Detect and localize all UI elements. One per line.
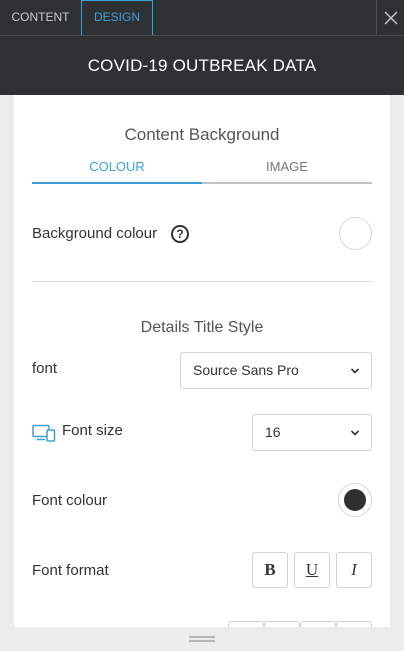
font-colour-swatch[interactable] — [338, 483, 372, 517]
help-icon[interactable]: ? — [171, 225, 189, 243]
tab-content[interactable]: CONTENT — [0, 0, 81, 35]
font-format-label: Font format — [32, 562, 109, 579]
font-colour-fill — [344, 489, 366, 511]
devices-icon — [32, 424, 56, 442]
font-label: font — [32, 360, 58, 377]
settings-panel: Content Background COLOUR IMAGE Backgrou… — [14, 95, 390, 627]
italic-button[interactable]: I — [336, 552, 372, 588]
font-size-select[interactable]: 16 — [252, 414, 372, 451]
font-size-label: Font size — [62, 422, 123, 439]
close-icon — [384, 11, 397, 24]
resize-handle[interactable] — [189, 640, 215, 642]
background-type-tabs: COLOUR IMAGE — [32, 153, 372, 184]
chevron-down-icon — [350, 430, 360, 436]
alignment-button[interactable] — [300, 621, 336, 627]
bold-button[interactable]: B — [252, 552, 288, 588]
underline-button[interactable]: U — [294, 552, 330, 588]
font-select-value: Source Sans Pro — [193, 362, 299, 378]
close-button[interactable] — [376, 0, 404, 35]
font-colour-label: Font colour — [32, 492, 108, 509]
background-colour-label: Background colour — [32, 225, 158, 242]
divider — [32, 281, 372, 282]
chevron-down-icon — [350, 368, 360, 374]
page-title: COVID-19 OUTBREAK DATA — [0, 35, 404, 95]
details-title-style-title: Details Title Style — [140, 319, 264, 336]
alignment-button[interactable] — [228, 621, 264, 627]
content-background-title: Content Background — [124, 125, 280, 144]
tab-image[interactable]: IMAGE — [202, 153, 372, 184]
alignment-button[interactable] — [264, 621, 300, 627]
resize-handle[interactable] — [189, 636, 215, 638]
font-select[interactable]: Source Sans Pro — [180, 352, 372, 389]
alignment-button[interactable] — [336, 621, 372, 627]
top-bar: CONTENT DESIGN — [0, 0, 404, 35]
tab-design[interactable]: DESIGN — [81, 0, 153, 35]
font-size-select-value: 16 — [265, 424, 281, 440]
tab-colour[interactable]: COLOUR — [32, 153, 202, 184]
background-colour-swatch[interactable] — [339, 217, 372, 250]
